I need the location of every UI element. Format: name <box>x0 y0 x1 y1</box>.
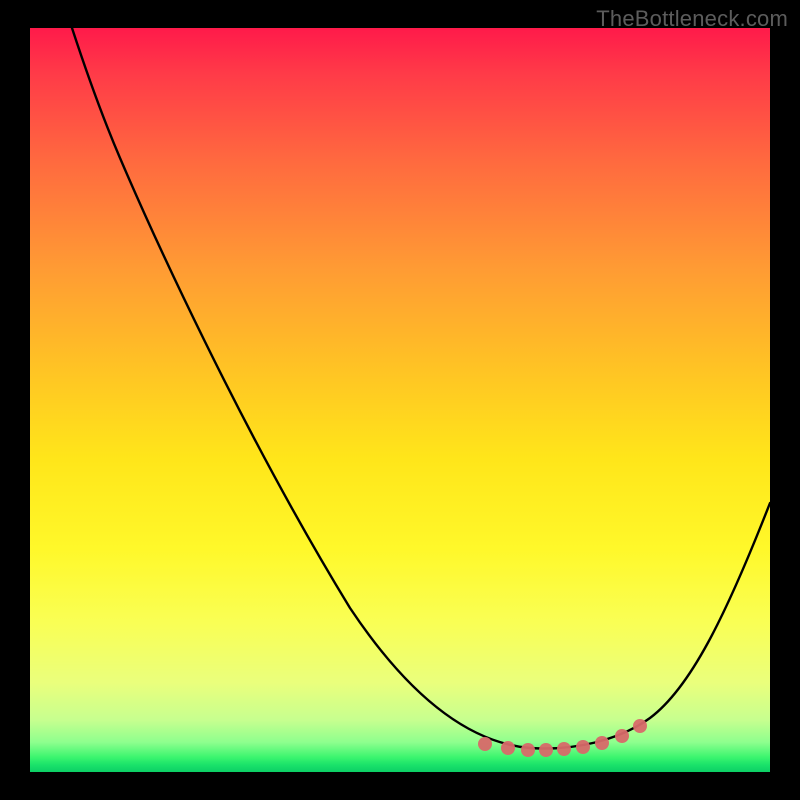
watermark-label: TheBottleneck.com <box>596 6 788 32</box>
bottleneck-curve <box>72 28 770 748</box>
highlight-dots <box>478 719 647 757</box>
chart-container: TheBottleneck.com <box>0 0 800 800</box>
plot-area <box>30 28 770 772</box>
bottleneck-curve-svg <box>30 28 770 772</box>
